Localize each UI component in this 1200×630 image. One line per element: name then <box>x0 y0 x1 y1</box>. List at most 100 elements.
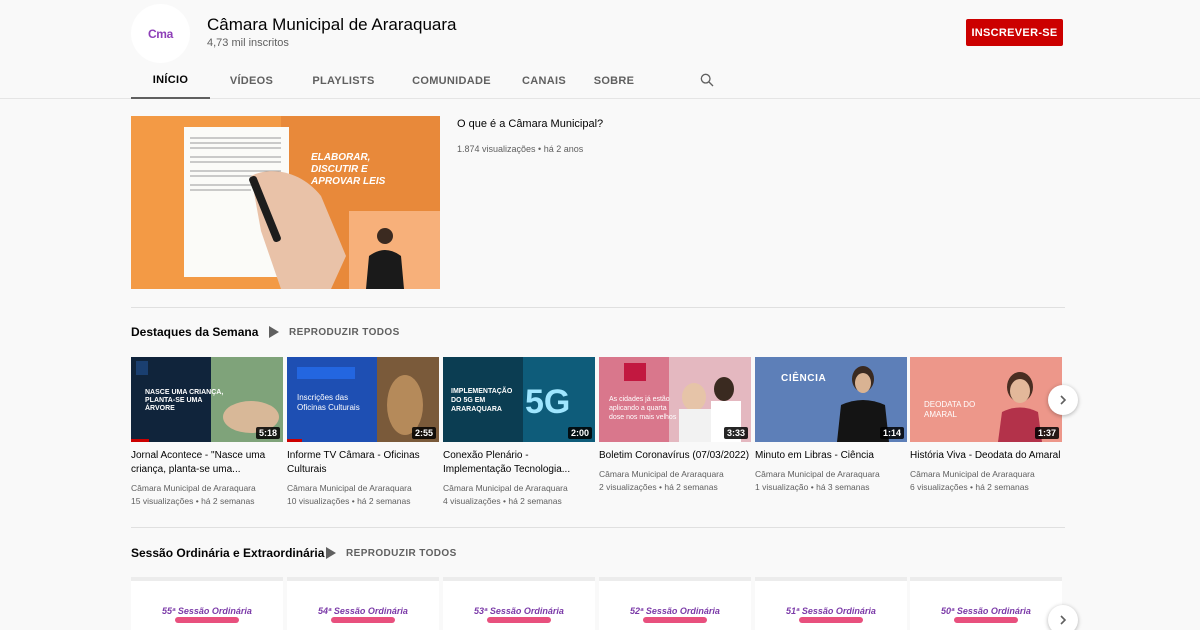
video-title[interactable]: Jornal Acontece - "Nasce uma criança, pl… <box>131 449 283 477</box>
session-thumbnail[interactable]: 55ª Sessão Ordinária <box>131 577 283 630</box>
watch-progress <box>287 439 303 442</box>
tab-videos[interactable]: VÍDEOS <box>210 62 293 99</box>
video-duration: 1:14 <box>879 427 904 439</box>
play-icon <box>269 326 279 338</box>
video-channel[interactable]: Câmara Municipal de Araraquara <box>443 483 595 493</box>
featured-video-title[interactable]: O que é a Câmara Municipal? <box>457 118 603 130</box>
video-thumbnail[interactable]: As cidades já estão aplicando a quarta d… <box>599 357 751 442</box>
video-duration: 2:55 <box>411 427 436 439</box>
thumbnail-text: DEODATA DO AMARAL <box>924 400 976 419</box>
video-title[interactable]: Boletim Coronavírus (07/03/2022) <box>599 449 751 463</box>
channel-avatar[interactable]: Cma <box>131 4 190 63</box>
thumbnail-text: CIÊNCIA <box>781 373 827 384</box>
video-channel[interactable]: Câmara Municipal de Araraquara <box>755 469 907 479</box>
video-thumbnail[interactable]: Inscrições das Oficinas Culturais 2:55 <box>287 357 439 442</box>
video-card[interactable]: Inscrições das Oficinas Culturais 2:55 I… <box>287 357 439 506</box>
featured-overlay-text: ELABORAR, DISCUTIR E APROVAR LEIS <box>311 152 386 187</box>
video-meta: 10 visualizações • há 2 semanas <box>287 496 411 506</box>
thumbnail-bar <box>599 577 751 581</box>
session-label: 52ª Sessão Ordinária <box>630 606 720 616</box>
channel-tabs: INÍCIO VÍDEOS PLAYLISTS COMUNIDADE CANAI… <box>131 62 714 99</box>
play-icon <box>326 547 336 559</box>
session-label: 55ª Sessão Ordinária <box>162 606 252 616</box>
video-meta: 4 visualizações • há 2 semanas <box>443 496 562 506</box>
session-thumbnail[interactable]: 50ª Sessão Ordinária <box>910 577 1062 630</box>
section-divider <box>131 527 1065 528</box>
session-thumbnail[interactable]: 54ª Sessão Ordinária <box>287 577 439 630</box>
thumbnail-text: IMPLEMENTAÇÃO DO 5G EM ARARAQUARA <box>451 388 513 413</box>
video-meta: 15 visualizações • há 2 semanas <box>131 496 255 506</box>
session-label: 53ª Sessão Ordinária <box>474 606 564 616</box>
watch-progress <box>131 439 150 442</box>
video-duration: 3:33 <box>723 427 748 439</box>
subscribe-button[interactable]: INSCREVER-SE <box>966 19 1063 46</box>
session-thumbnail[interactable]: 52ª Sessão Ordinária <box>599 577 751 630</box>
play-all-label: REPRODUZIR TODOS <box>346 547 457 559</box>
play-all-button[interactable]: REPRODUZIR TODOS <box>326 547 457 559</box>
thumbnail-bar <box>131 577 283 581</box>
session-date-pill <box>331 617 395 623</box>
video-card[interactable]: NASCE UMA CRIANÇA, PLANTA-SE UMA ÁRVORE … <box>131 357 283 506</box>
shelf-next-button[interactable] <box>1048 605 1078 630</box>
video-channel[interactable]: Câmara Municipal de Araraquara <box>287 483 439 493</box>
tab-inicio[interactable]: INÍCIO <box>131 62 210 99</box>
featured-video-thumbnail[interactable]: ELABORAR, DISCUTIR E APROVAR LEIS <box>131 116 440 289</box>
tab-comunidade[interactable]: COMUNIDADE <box>394 62 509 99</box>
video-title[interactable]: Informe TV Câmara - Oficinas Culturais <box>287 449 439 477</box>
video-duration: 1:37 <box>1034 427 1059 439</box>
thumbnail-bar <box>287 577 439 581</box>
play-all-label: REPRODUZIR TODOS <box>289 326 400 338</box>
channel-name: Câmara Municipal de Araraquara <box>207 15 457 34</box>
video-meta: 1 visualização • há 3 semanas <box>755 482 870 492</box>
video-channel[interactable]: Câmara Municipal de Araraquara <box>131 483 283 493</box>
channel-logo: Cma <box>147 26 174 41</box>
video-duration: 5:18 <box>255 427 280 439</box>
tab-sobre[interactable]: SOBRE <box>579 62 649 99</box>
subscriber-count: 4,73 mil inscritos <box>207 37 289 49</box>
svg-text:5G: 5G <box>525 383 570 421</box>
session-thumbnail[interactable]: 51ª Sessão Ordinária <box>755 577 907 630</box>
shelf-title[interactable]: Sessão Ordinária e Extraordinária <box>131 546 324 560</box>
thumbnail-bar <box>910 577 1062 581</box>
session-date-pill <box>954 617 1018 623</box>
video-thumbnail[interactable]: NASCE UMA CRIANÇA, PLANTA-SE UMA ÁRVORE … <box>131 357 283 442</box>
session-date-pill <box>487 617 551 623</box>
session-date-pill <box>799 617 863 623</box>
featured-video-meta: 1.874 visualizações • há 2 anos <box>457 144 584 154</box>
video-thumbnail[interactable]: 5G IMPLEMENTAÇÃO DO 5G EM ARARAQUARA 2:0… <box>443 357 595 442</box>
chevron-right-icon <box>1060 395 1067 405</box>
shelf-title[interactable]: Destaques da Semana <box>131 325 258 339</box>
video-meta: 2 visualizações • há 2 semanas <box>599 482 718 492</box>
video-channel[interactable]: Câmara Municipal de Araraquara <box>910 469 1062 479</box>
search-icon[interactable] <box>699 72 715 88</box>
video-title[interactable]: Minuto em Libras - Ciência <box>755 449 907 463</box>
video-title[interactable]: Conexão Plenário - Implementação Tecnolo… <box>443 449 595 477</box>
video-card[interactable]: DEODATA DO AMARAL 1:37 História Viva - D… <box>910 357 1062 492</box>
video-duration: 2:00 <box>567 427 592 439</box>
thumbnail-text: NASCE UMA CRIANÇA, PLANTA-SE UMA ÁRVORE <box>145 389 224 412</box>
thumbnail-bar <box>755 577 907 581</box>
video-thumbnail[interactable]: DEODATA DO AMARAL 1:37 <box>910 357 1062 442</box>
video-card[interactable]: 5G IMPLEMENTAÇÃO DO 5G EM ARARAQUARA 2:0… <box>443 357 595 506</box>
shelf-next-button[interactable] <box>1048 385 1078 415</box>
chevron-right-icon <box>1060 615 1067 625</box>
video-meta: 6 visualizações • há 2 semanas <box>910 482 1029 492</box>
thumbnail-text: Inscrições das Oficinas Culturais <box>297 393 360 412</box>
session-label: 51ª Sessão Ordinária <box>786 606 876 616</box>
video-card[interactable]: As cidades já estão aplicando a quarta d… <box>599 357 751 492</box>
thumbnail-text: As cidades já estão aplicando a quarta d… <box>609 396 677 421</box>
tab-playlists[interactable]: PLAYLISTS <box>293 62 394 99</box>
session-thumbnail[interactable]: 53ª Sessão Ordinária <box>443 577 595 630</box>
session-label: 54ª Sessão Ordinária <box>318 606 408 616</box>
video-channel[interactable]: Câmara Municipal de Araraquara <box>599 469 751 479</box>
tab-canais[interactable]: CANAIS <box>509 62 579 99</box>
thumbnail-bar <box>443 577 595 581</box>
channel-header: Cma Câmara Municipal de Araraquara 4,73 … <box>0 0 1200 99</box>
video-thumbnail[interactable]: CIÊNCIA 1:14 <box>755 357 907 442</box>
featured-thumbnail-art <box>131 116 440 289</box>
video-title[interactable]: História Viva - Deodata do Amaral <box>910 449 1062 463</box>
video-card[interactable]: CIÊNCIA 1:14 Minuto em Libras - Ciência … <box>755 357 907 492</box>
session-date-pill <box>643 617 707 623</box>
session-label: 50ª Sessão Ordinária <box>941 606 1031 616</box>
play-all-button[interactable]: REPRODUZIR TODOS <box>269 326 400 338</box>
